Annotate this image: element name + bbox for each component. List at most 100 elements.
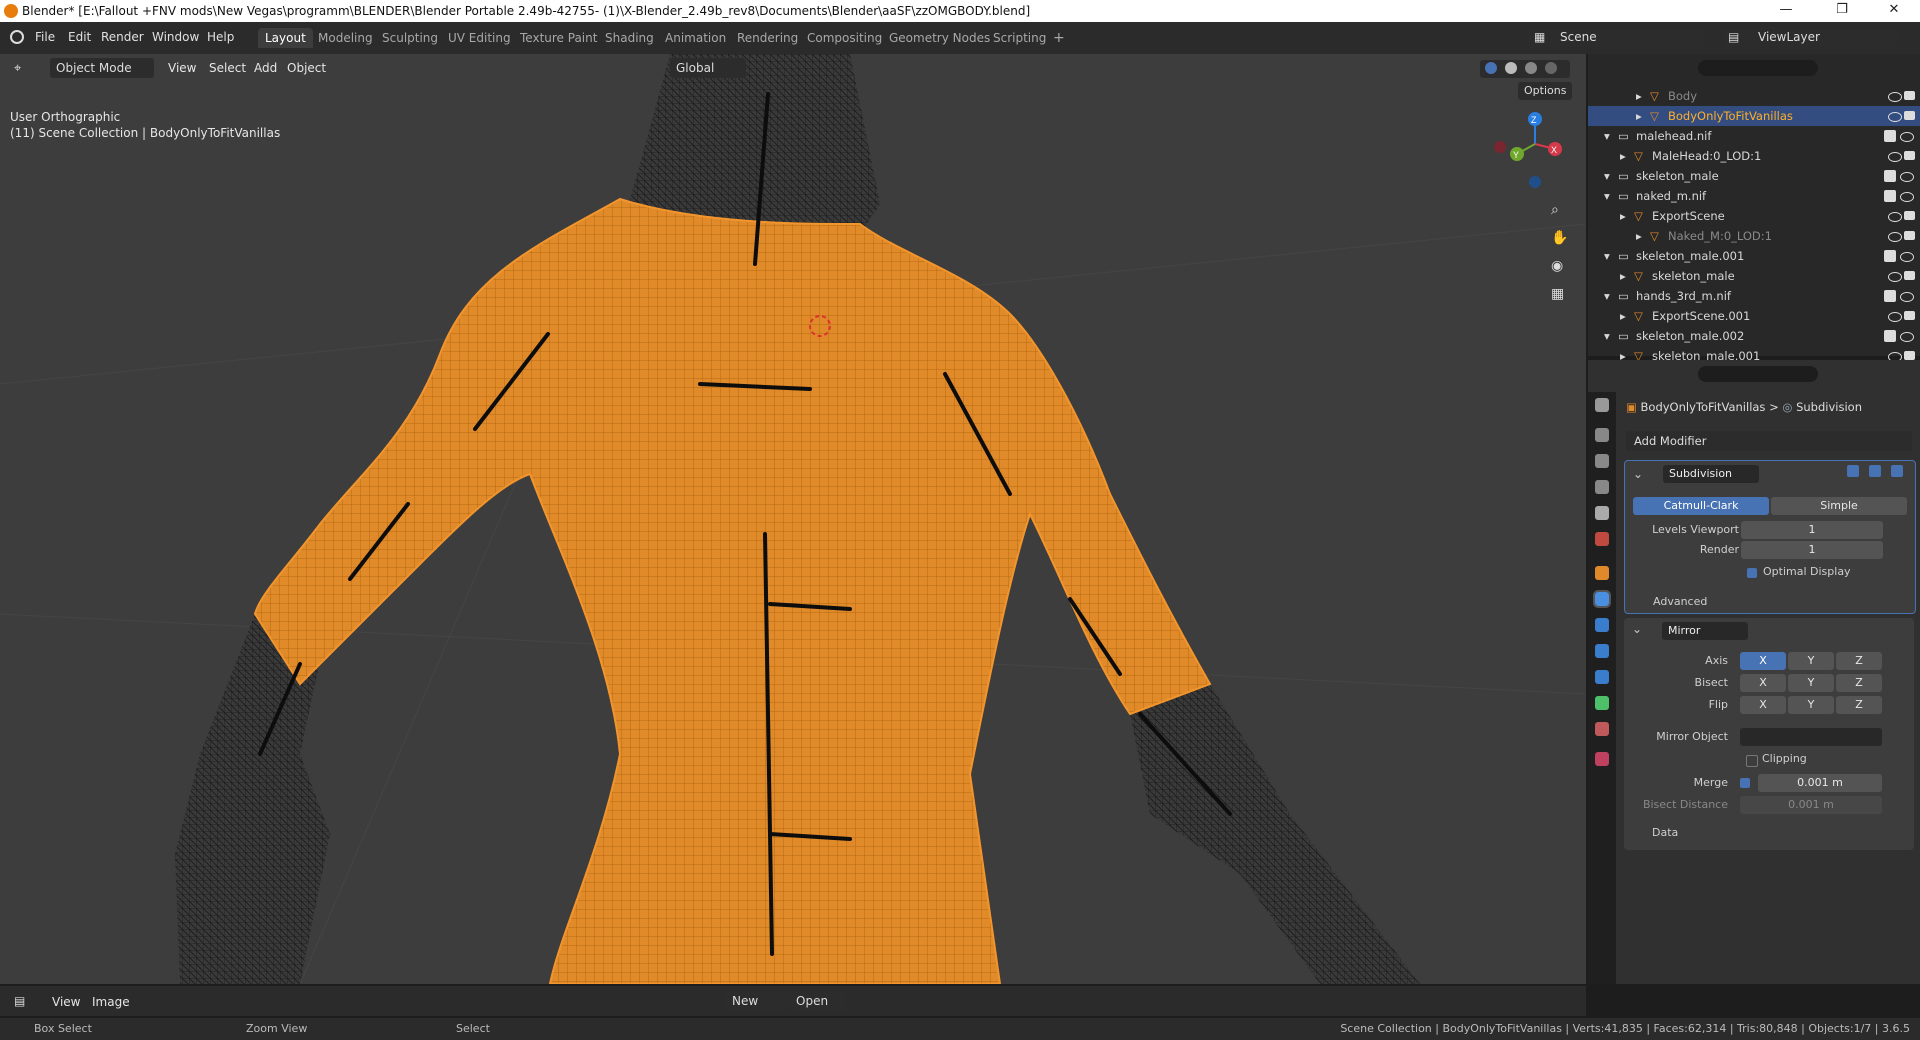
- axis-z-toggle[interactable]: Z: [1836, 652, 1882, 670]
- mirror-object-field[interactable]: [1740, 728, 1882, 746]
- render-camera-icon[interactable]: [1904, 151, 1915, 160]
- subdivision-name-field[interactable]: Subdivision: [1663, 465, 1759, 483]
- pan-hand-icon[interactable]: ✋: [1551, 230, 1568, 246]
- visibility-eye-icon[interactable]: [1888, 272, 1902, 282]
- data-tab-icon[interactable]: [1595, 696, 1609, 710]
- collapse-chevron-icon[interactable]: ⌄: [1633, 467, 1643, 481]
- menu-view[interactable]: View: [52, 992, 80, 1012]
- menu-render[interactable]: Render: [101, 30, 144, 44]
- tab-compositing[interactable]: Compositing: [800, 28, 889, 48]
- outliner-row[interactable]: ▾ ▭ naked_m.nif: [1588, 186, 1920, 206]
- render-levels-field[interactable]: 1: [1741, 541, 1883, 559]
- material-tab-icon[interactable]: [1595, 722, 1609, 736]
- world-tab-icon[interactable]: [1595, 532, 1609, 546]
- viewlayer-selector[interactable]: ▤ ViewLayer: [1722, 27, 1898, 47]
- menu-select[interactable]: Select: [209, 58, 246, 78]
- catmull-clark-button[interactable]: Catmull-Clark: [1633, 497, 1769, 515]
- open-image-button[interactable]: Open: [790, 991, 846, 1011]
- menu-file[interactable]: File: [35, 30, 55, 44]
- expand-chevron-icon[interactable]: ▸: [1620, 266, 1626, 286]
- scene-selector[interactable]: ▦ Scene: [1528, 27, 1704, 47]
- menu-window[interactable]: Window: [152, 30, 199, 44]
- tab-geometry-nodes[interactable]: Geometry Nodes: [882, 28, 997, 48]
- outliner-search-input[interactable]: [1698, 60, 1818, 76]
- add-workspace-button[interactable]: +: [1046, 28, 1072, 48]
- outliner-row[interactable]: ▸ ▽ Body: [1588, 86, 1920, 106]
- render-camera-icon[interactable]: [1904, 91, 1915, 100]
- tab-sculpting[interactable]: Sculpting: [375, 28, 445, 48]
- transform-orientation[interactable]: Global: [670, 58, 746, 78]
- editor-type-icon[interactable]: ▤: [14, 994, 25, 1008]
- tab-layout[interactable]: Layout: [258, 28, 313, 48]
- tab-texture-paint[interactable]: Texture Paint: [513, 28, 604, 48]
- menu-view[interactable]: View: [168, 58, 196, 78]
- blender-menu-icon[interactable]: [10, 30, 24, 44]
- exclude-checkbox[interactable]: [1884, 290, 1896, 302]
- modifier-tab-icon[interactable]: [1593, 590, 1611, 608]
- outliner-row[interactable]: ▾ ▭ hands_3rd_m.nif: [1588, 286, 1920, 306]
- visibility-eye-icon[interactable]: [1900, 252, 1914, 262]
- restore-button[interactable]: ❐: [1820, 2, 1864, 20]
- minimize-button[interactable]: —: [1764, 2, 1808, 20]
- camera-view-icon[interactable]: ◉: [1551, 258, 1563, 274]
- menu-add[interactable]: Add: [254, 58, 277, 78]
- tab-uv-editing[interactable]: UV Editing: [441, 28, 518, 48]
- menu-image[interactable]: Image: [92, 992, 130, 1012]
- material-shading-icon[interactable]: [1525, 62, 1537, 74]
- zoom-icon[interactable]: ⌕: [1551, 202, 1559, 218]
- merge-checkbox[interactable]: [1740, 778, 1750, 788]
- bisect-y-toggle[interactable]: Y: [1788, 674, 1834, 692]
- visibility-eye-icon[interactable]: [1888, 152, 1902, 162]
- expand-chevron-icon[interactable]: ▾: [1604, 326, 1610, 346]
- properties-search-input[interactable]: [1698, 366, 1818, 382]
- wireframe-shading-icon[interactable]: [1485, 62, 1497, 74]
- simple-button[interactable]: Simple: [1771, 497, 1907, 515]
- expand-chevron-icon[interactable]: ▾: [1604, 246, 1610, 266]
- show-viewport-icon[interactable]: [1869, 465, 1881, 477]
- clipping-checkbox[interactable]: [1746, 755, 1758, 767]
- flip-z-toggle[interactable]: Z: [1836, 696, 1882, 714]
- bisect-z-toggle[interactable]: Z: [1836, 674, 1882, 692]
- tab-scripting[interactable]: Scripting: [986, 28, 1053, 48]
- editor-type-icon[interactable]: ⌖: [14, 61, 21, 76]
- texture-tab-icon[interactable]: [1595, 752, 1609, 766]
- shading-mode-buttons[interactable]: [1480, 60, 1570, 78]
- exclude-checkbox[interactable]: [1884, 190, 1896, 202]
- expand-chevron-icon[interactable]: ▸: [1636, 226, 1642, 246]
- expand-chevron-icon[interactable]: ▸: [1620, 146, 1626, 166]
- show-in-editmode-icon[interactable]: [1847, 465, 1859, 477]
- visibility-eye-icon[interactable]: [1888, 112, 1902, 122]
- tab-animation[interactable]: Animation: [658, 28, 733, 48]
- expand-chevron-icon[interactable]: ▸: [1620, 306, 1626, 326]
- tool-tab-icon[interactable]: [1595, 398, 1609, 412]
- outliner-row[interactable]: ▸ ▽ skeleton_male: [1588, 266, 1920, 286]
- selected-body-mesh[interactable]: [253, 197, 1212, 984]
- expand-chevron-icon[interactable]: ▸: [1620, 206, 1626, 226]
- outliner-row[interactable]: ▸ ▽ ExportScene: [1588, 206, 1920, 226]
- menu-help[interactable]: Help: [207, 30, 234, 44]
- expand-chevron-icon[interactable]: ▾: [1604, 186, 1610, 206]
- expand-chevron-icon[interactable]: ▾: [1604, 286, 1610, 306]
- expand-chevron-icon[interactable]: ▾: [1604, 126, 1610, 146]
- scene-tab-icon[interactable]: [1595, 506, 1609, 520]
- visibility-eye-icon[interactable]: [1900, 172, 1914, 182]
- outliner-row[interactable]: ▾ ▭ malehead.nif: [1588, 126, 1920, 146]
- exclude-checkbox[interactable]: [1884, 250, 1896, 262]
- visibility-eye-icon[interactable]: [1900, 132, 1914, 142]
- visibility-eye-icon[interactable]: [1900, 292, 1914, 302]
- optimal-display-checkbox[interactable]: [1747, 568, 1757, 578]
- mirror-name-field[interactable]: Mirror: [1662, 622, 1748, 640]
- outliner-row[interactable]: ▸ ▽ ExportScene.001: [1588, 306, 1920, 326]
- bisect-x-toggle[interactable]: X: [1740, 674, 1786, 692]
- outliner-row[interactable]: ▾ ▭ skeleton_male.001: [1588, 246, 1920, 266]
- axis-x-toggle[interactable]: X: [1740, 652, 1786, 670]
- visibility-eye-icon[interactable]: [1900, 332, 1914, 342]
- render-camera-icon[interactable]: [1904, 211, 1915, 220]
- object-tab-icon[interactable]: [1595, 566, 1609, 580]
- data-subpanel[interactable]: Data: [1652, 826, 1678, 839]
- ortho-grid-icon[interactable]: ▦: [1551, 286, 1564, 302]
- outliner-row[interactable]: ▸ ▽ MaleHead:0_LOD:1: [1588, 146, 1920, 166]
- expand-chevron-icon[interactable]: ▸: [1636, 86, 1642, 106]
- expand-chevron-icon[interactable]: ▾: [1604, 166, 1610, 186]
- render-camera-icon[interactable]: [1904, 111, 1915, 120]
